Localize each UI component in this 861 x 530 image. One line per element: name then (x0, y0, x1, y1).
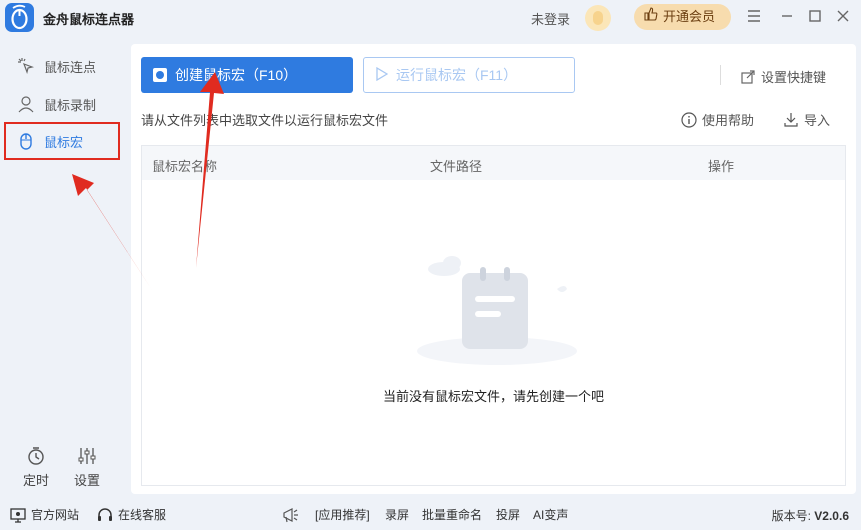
timer-button[interactable]: 定时 (16, 446, 56, 489)
recommend-link-ai-voice[interactable]: AI变声 (533, 506, 568, 523)
minimize-icon[interactable] (778, 8, 796, 26)
hint-text: 请从文件列表中选取文件以运行鼠标宏文件 (141, 113, 389, 128)
megaphone-icon (282, 507, 298, 523)
title-bar: 金舟鼠标连点器 未登录 开通会员 (0, 0, 861, 36)
version-number: V2.0.6 (814, 509, 849, 523)
avatar[interactable] (585, 5, 611, 31)
recommend-link-cast-screen[interactable]: 投屏 (496, 506, 520, 523)
column-header-action: 操作 (708, 159, 735, 174)
empty-notepad-illustration (412, 251, 582, 371)
table-header: 鼠标宏名称 文件路径 操作 (142, 146, 845, 180)
recommend-link-batch-rename[interactable]: 批量重命名 (422, 506, 482, 523)
info-icon (681, 111, 697, 128)
sidebar-item-click[interactable]: 鼠标连点 (10, 49, 120, 83)
shortcut-icon (740, 69, 756, 85)
play-icon (376, 66, 389, 84)
sidebar-item-label: 鼠标录制 (44, 97, 97, 113)
run-macro-label: 运行鼠标宏（F11） (396, 67, 518, 83)
official-website-link[interactable]: 官方网站 (10, 506, 79, 523)
cursor-click-icon (16, 56, 36, 76)
toolbar-divider (720, 65, 721, 85)
recommend-label: [应用推荐] (315, 508, 370, 522)
main-panel: 创建鼠标宏（F10） 运行鼠标宏（F11） 设置快捷键 请从文件列表中选取文件以… (131, 44, 856, 494)
import-label: 导入 (804, 113, 831, 128)
app-logo-icon (5, 3, 34, 32)
run-macro-button[interactable]: 运行鼠标宏（F11） (363, 57, 575, 93)
version-info: 版本号: V2.0.6 (772, 507, 849, 524)
sidebar-item-record[interactable]: 鼠标录制 (10, 87, 120, 121)
create-macro-button[interactable]: 创建鼠标宏（F10） (141, 57, 353, 93)
set-shortcut-label: 设置快捷键 (761, 70, 827, 85)
recommend-section: [应用推荐] (282, 506, 370, 523)
vip-button-label: 开通会员 (663, 9, 716, 24)
bottom-bar: 官方网站 在线客服 [应用推荐] 录屏 批量重命名 投屏 AI变声 版本号: V… (0, 500, 861, 530)
recommend-link-record-screen[interactable]: 录屏 (385, 506, 409, 523)
mouse-icon (16, 131, 36, 151)
online-support-link[interactable]: 在线客服 (97, 506, 166, 523)
maximize-icon[interactable] (806, 8, 824, 26)
sidebar-item-macro[interactable]: 鼠标宏 (4, 122, 120, 160)
import-icon (783, 112, 799, 128)
sidebar-item-label: 鼠标宏 (44, 134, 84, 150)
version-label: 版本号: (771, 509, 811, 523)
column-header-name: 鼠标宏名称 (152, 159, 218, 174)
help-label: 使用帮助 (702, 113, 755, 128)
close-icon[interactable] (834, 8, 852, 26)
create-macro-label: 创建鼠标宏（F10） (175, 67, 298, 83)
set-shortcut-button[interactable]: 设置快捷键 (740, 67, 826, 86)
login-status[interactable]: 未登录 (531, 9, 570, 28)
import-button[interactable]: 导入 (783, 110, 830, 129)
vip-button[interactable]: 开通会员 (634, 4, 731, 30)
monitor-icon (10, 507, 26, 523)
help-button[interactable]: 使用帮助 (681, 110, 754, 129)
menu-icon[interactable] (745, 8, 763, 26)
timer-label: 定时 (22, 473, 49, 488)
sliders-icon (77, 446, 97, 466)
official-website-label: 官方网站 (31, 508, 80, 522)
timer-icon (26, 446, 46, 466)
sidebar: 鼠标连点 鼠标录制 鼠标宏 定时 设置 (0, 36, 131, 494)
headset-icon (97, 507, 113, 523)
settings-label: 设置 (73, 473, 100, 488)
thumb-up-icon (644, 4, 660, 30)
empty-state-text: 当前没有鼠标宏文件，请先创建一个吧 (382, 389, 604, 404)
settings-button[interactable]: 设置 (67, 446, 107, 489)
app-title: 金舟鼠标连点器 (43, 12, 135, 27)
macro-table: 鼠标宏名称 文件路径 操作 当前没有鼠标宏文件，请先创建一个吧 (141, 145, 846, 486)
online-support-label: 在线客服 (118, 508, 167, 522)
sidebar-item-label: 鼠标连点 (44, 59, 97, 75)
record-icon (153, 68, 167, 82)
column-header-path: 文件路径 (430, 159, 483, 174)
user-record-icon (16, 94, 36, 114)
